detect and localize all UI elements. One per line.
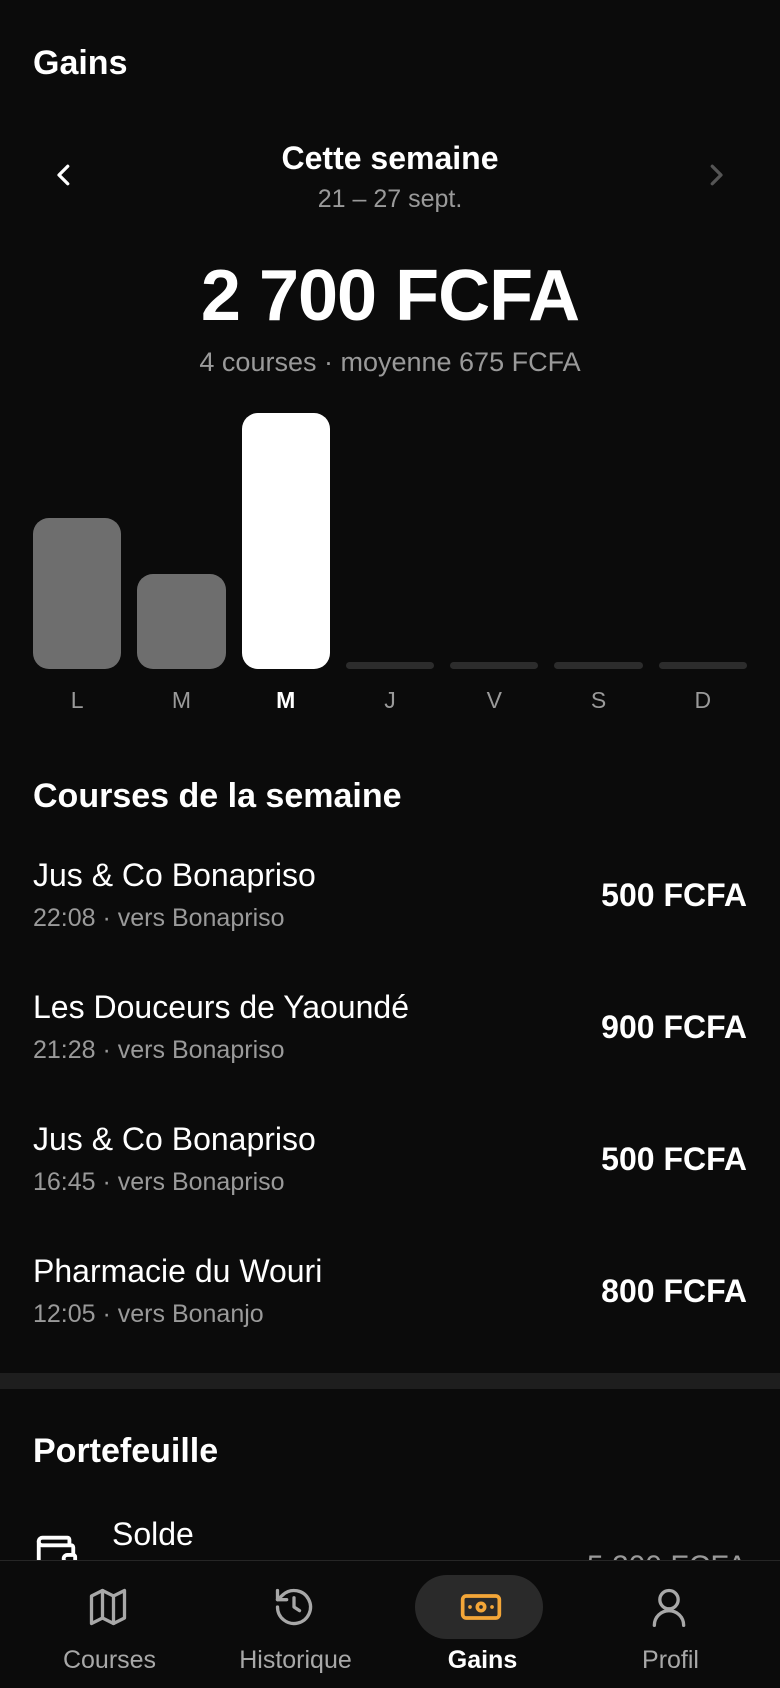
chart-bar[interactable] bbox=[658, 662, 747, 669]
total-earnings: 2 700 FCFA bbox=[200, 256, 580, 336]
user-icon bbox=[652, 1588, 686, 1627]
wallet-section-title: Portefeuille bbox=[33, 1432, 219, 1470]
ride-meta: 22:08 · vers Bonapriso bbox=[33, 904, 285, 932]
chart-bar[interactable] bbox=[241, 413, 330, 669]
ride-row[interactable]: Jus & Co Bonapriso 16:45 · vers Bonapris… bbox=[0, 1121, 780, 1231]
ride-meta: 12:05 · vers Bonanjo bbox=[33, 1300, 264, 1328]
bottom-navigation: Courses Historique Gains Profil bbox=[0, 1560, 780, 1688]
chart-day-label: J bbox=[384, 687, 396, 713]
ride-amount: 500 FCFA bbox=[601, 877, 747, 913]
ride-row[interactable]: Les Douceurs de Yaoundé 21:28 · vers Bon… bbox=[0, 989, 780, 1099]
chart-day-label: M bbox=[276, 687, 296, 713]
ride-row[interactable]: Pharmacie du Wouri 12:05 · vers Bonanjo … bbox=[0, 1253, 780, 1363]
ride-merchant: Les Douceurs de Yaoundé bbox=[33, 989, 409, 1025]
week-label: Cette semaine bbox=[281, 140, 499, 176]
daily-earnings-chart: LMMJVSD bbox=[0, 400, 780, 720]
ride-amount: 500 FCFA bbox=[601, 1141, 747, 1177]
page-title: Gains bbox=[33, 44, 128, 82]
nav-label: Gains bbox=[447, 1646, 518, 1674]
earnings-screen: Gains Cette semaine 21 – 27 sept. 2 700 … bbox=[0, 0, 780, 1688]
chart-bar[interactable] bbox=[554, 662, 643, 669]
ride-amount: 900 FCFA bbox=[601, 1009, 747, 1045]
chart-bar[interactable] bbox=[137, 574, 226, 669]
ride-merchant: Jus & Co Bonapriso bbox=[33, 1121, 316, 1157]
ride-row[interactable]: Jus & Co Bonapriso 22:08 · vers Bonapris… bbox=[0, 857, 780, 967]
ride-amount: 800 FCFA bbox=[601, 1273, 747, 1309]
rides-section-title: Courses de la semaine bbox=[33, 777, 402, 815]
banknote-icon bbox=[460, 1594, 502, 1620]
map-icon bbox=[89, 1588, 127, 1626]
chart-bar[interactable] bbox=[33, 518, 122, 669]
next-week-button[interactable] bbox=[694, 153, 738, 197]
chart-bar[interactable] bbox=[345, 662, 435, 669]
ride-merchant: Pharmacie du Wouri bbox=[33, 1253, 323, 1289]
chart-day-label: L bbox=[70, 687, 84, 713]
week-navigator: Cette semaine 21 – 27 sept. bbox=[0, 135, 780, 215]
section-divider bbox=[0, 1373, 780, 1389]
chart-day-label: S bbox=[590, 687, 607, 713]
chevron-right-icon bbox=[710, 164, 723, 186]
chart-day-label: V bbox=[486, 687, 502, 713]
nav-label: Historique bbox=[239, 1646, 352, 1674]
nav-tab-historique[interactable]: Historique bbox=[198, 1561, 393, 1688]
nav-tab-courses[interactable]: Courses bbox=[12, 1561, 207, 1688]
balance-label: Solde bbox=[112, 1516, 194, 1552]
chart-day-label: D bbox=[694, 687, 712, 713]
history-icon bbox=[275, 1588, 313, 1626]
nav-tab-gains[interactable]: Gains bbox=[385, 1561, 580, 1688]
ride-merchant: Jus & Co Bonapriso bbox=[33, 857, 316, 893]
ride-meta: 16:45 · vers Bonapriso bbox=[33, 1168, 285, 1196]
earnings-summary: 4 courses · moyenne 675 FCFA bbox=[199, 347, 581, 377]
nav-label: Profil bbox=[642, 1646, 699, 1674]
chart-day-label: M bbox=[171, 687, 191, 713]
week-range: 21 – 27 sept. bbox=[317, 185, 463, 213]
chart-bar[interactable] bbox=[450, 662, 539, 669]
nav-tab-profil[interactable]: Profil bbox=[573, 1561, 768, 1688]
ride-meta: 21:28 · vers Bonapriso bbox=[33, 1036, 285, 1064]
nav-label: Courses bbox=[62, 1646, 157, 1674]
